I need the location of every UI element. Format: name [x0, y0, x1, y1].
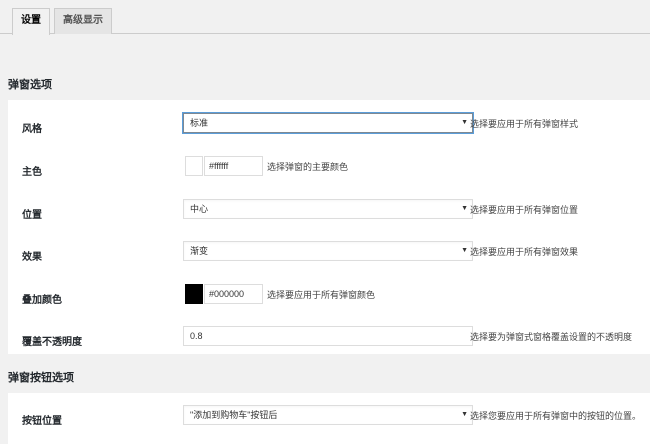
- overlay-opacity-label: 覆盖不透明度: [22, 337, 82, 348]
- position-row: 位置 中心 ▼ 选择要应用于所有弹窗位置: [8, 192, 650, 234]
- button-position-select[interactable]: "添加到购物车"按钮后 ▼: [183, 405, 473, 425]
- popup-options-heading: 弹窗选项: [8, 79, 52, 91]
- position-select-value: 中心: [190, 204, 209, 214]
- button-position-label: 按钮位置: [22, 416, 62, 427]
- effect-select[interactable]: 渐变 ▼: [183, 241, 473, 261]
- position-label: 位置: [22, 210, 42, 221]
- button-position-select-value: "添加到购物车"按钮后: [190, 410, 278, 420]
- position-description: 选择要应用于所有弹窗位置: [470, 205, 579, 215]
- popup-options-panel: 风格 标准 ▼ 选择要应用于所有弹窗样式 主色 #ffffff 选择弹窗的主要颜…: [8, 100, 650, 354]
- chevron-down-icon: ▼: [461, 119, 468, 126]
- overlay-opacity-description: 选择要为弹窗式窗格覆盖设置的不透明度: [470, 332, 633, 342]
- style-label: 风格: [22, 124, 42, 135]
- chevron-down-icon: ▼: [461, 411, 468, 418]
- button-position-description: 选择您要应用于所有弹窗中的按钮的位置。: [470, 411, 642, 421]
- tab-advanced-display[interactable]: 高级显示: [54, 8, 112, 34]
- overlay-opacity-input[interactable]: 0.8: [183, 326, 473, 346]
- main-color-input[interactable]: #ffffff: [204, 156, 263, 176]
- effect-row: 效果 渐变 ▼ 选择要应用于所有弹窗效果: [8, 234, 650, 276]
- overlay-color-label: 叠加颜色: [22, 295, 62, 306]
- style-description: 选择要应用于所有弹窗样式: [470, 119, 579, 129]
- button-options-panel: 按钮位置 "添加到购物车"按钮后 ▼ 选择您要应用于所有弹窗中的按钮的位置。: [8, 393, 650, 444]
- main-color-swatch[interactable]: [185, 156, 203, 176]
- effect-select-value: 渐变: [190, 246, 209, 256]
- style-select[interactable]: 标准 ▼: [183, 113, 473, 133]
- style-row: 风格 标准 ▼ 选择要应用于所有弹窗样式: [8, 106, 650, 148]
- overlay-opacity-row: 覆盖不透明度 0.8 选择要为弹窗式窗格覆盖设置的不透明度: [8, 319, 650, 361]
- main-color-description: 选择弹窗的主要颜色: [267, 162, 349, 172]
- overlay-color-description: 选择要应用于所有弹窗颜色: [267, 290, 376, 300]
- chevron-down-icon: ▼: [461, 247, 468, 254]
- effect-description: 选择要应用于所有弹窗效果: [470, 247, 579, 257]
- overlay-color-swatch[interactable]: [185, 284, 203, 304]
- overlay-color-row: 叠加颜色 #000000 选择要应用于所有弹窗颜色: [8, 277, 650, 319]
- main-color-label: 主色: [22, 167, 42, 178]
- tab-settings[interactable]: 设置: [12, 8, 50, 35]
- chevron-down-icon: ▼: [461, 205, 468, 212]
- tab-bar: 设置 高级显示: [0, 0, 650, 35]
- button-options-heading: 弹窗按钮选项: [8, 372, 74, 384]
- button-position-row: 按钮位置 "添加到购物车"按钮后 ▼ 选择您要应用于所有弹窗中的按钮的位置。: [8, 398, 650, 440]
- style-select-value: 标准: [190, 118, 209, 128]
- overlay-color-input[interactable]: #000000: [204, 284, 263, 304]
- effect-label: 效果: [22, 252, 42, 263]
- main-color-row: 主色 #ffffff 选择弹窗的主要颜色: [8, 149, 650, 191]
- position-select[interactable]: 中心 ▼: [183, 199, 473, 219]
